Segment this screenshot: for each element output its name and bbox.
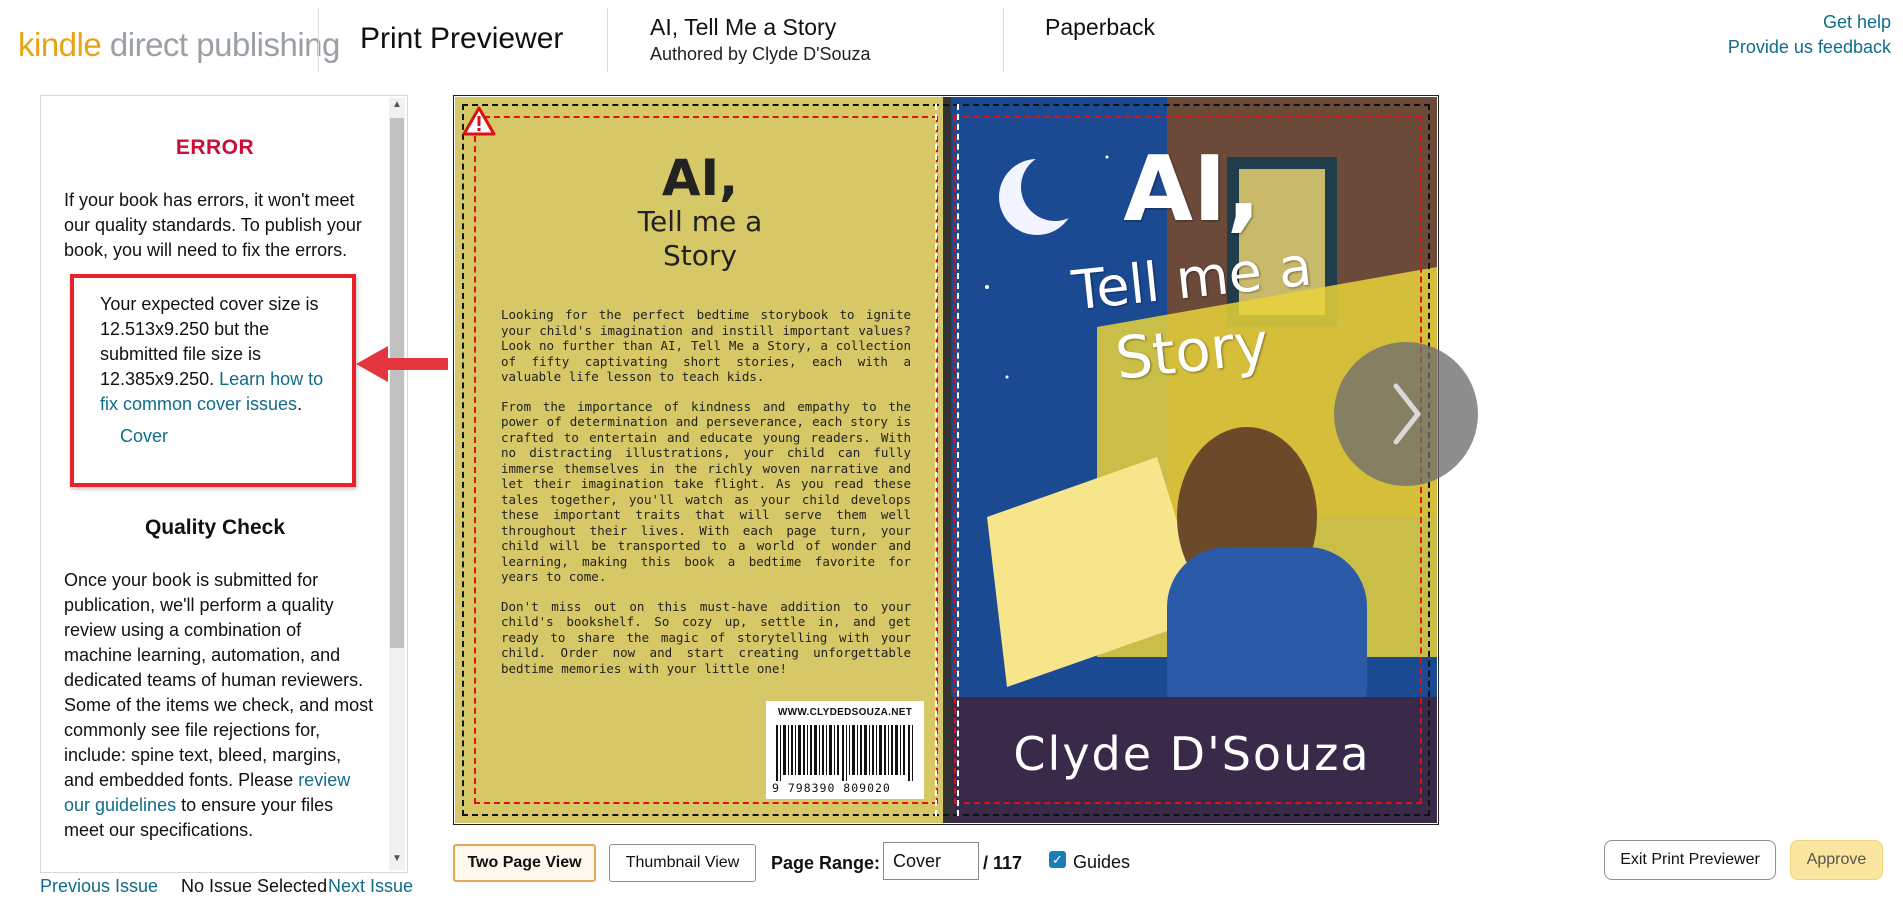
help-links: Get help Provide us feedback [1728,10,1891,60]
logo-rest-text: direct publishing [109,26,340,63]
book-author: Authored by Clyde D'Souza [650,44,871,64]
error-intro: If your book has errors, it won't meet o… [64,190,362,260]
quality-check-text: Once your book is submitted for publicat… [64,568,374,843]
header: kindle direct publishing Print Previewer… [0,0,1903,72]
previous-issue-text[interactable]: Previous Issue [40,876,158,896]
issue-card[interactable]: Your expected cover size is 12.513x9.250… [70,274,356,487]
next-page-button[interactable] [1334,342,1478,486]
scroll-down-icon[interactable]: ▼ [392,854,402,864]
cover-preview: AI, Tell me a Story Looking for the perf… [453,95,1439,825]
get-help-link[interactable]: Get help [1823,12,1891,32]
issue-description: Your expected cover size is 12.513x9.250… [100,292,340,417]
header-divider [1003,8,1004,72]
quality-check-title: Quality Check [144,516,286,539]
page-range-input[interactable] [883,842,979,880]
warning-icon[interactable] [462,106,496,136]
next-issue-link[interactable]: Next Issue [328,876,413,897]
book-title: AI, Tell Me a Story [650,14,837,40]
page-range-label: Page Range: [771,853,881,873]
logo-kindle-text: kindle [18,26,102,63]
issue-link-suffix: . [297,394,303,414]
guides-checkbox[interactable]: ✓ [1049,851,1066,868]
margin-guide-back [474,116,938,804]
scroll-up-icon[interactable]: ▲ [392,100,402,110]
app-title: Print Previewer [360,22,564,55]
pointer-arrow-icon [356,346,448,382]
spine-guide [935,104,959,816]
thumbnail-view-button[interactable]: Thumbnail View [609,844,756,882]
next-issue-text[interactable]: Next Issue [328,876,413,896]
previous-issue-link[interactable]: Previous Issue [40,876,158,897]
issue-location-link[interactable]: Cover [120,426,168,447]
chevron-right-icon [1393,383,1421,445]
kdp-logo[interactable]: kindle direct publishing [18,26,340,64]
page-total: / 117 [983,853,1023,873]
error-title: ERROR [175,136,255,159]
exit-previewer-button[interactable]: Exit Print Previewer [1604,840,1776,880]
approve-button[interactable]: Approve [1790,840,1883,880]
feedback-link[interactable]: Provide us feedback [1728,37,1891,57]
issues-panel: ▲ ▼ ERROR If your book has errors, it wo… [40,95,408,873]
header-divider [607,8,608,72]
issue-status: No Issue Selected [181,876,328,896]
book-format: Paperback [1045,14,1155,40]
guides-label[interactable]: Guides [1073,852,1130,873]
qc-body-text: Once your book is submitted for publicat… [64,570,374,790]
two-page-view-button[interactable]: Two Page View [453,844,596,882]
header-divider [318,8,319,72]
